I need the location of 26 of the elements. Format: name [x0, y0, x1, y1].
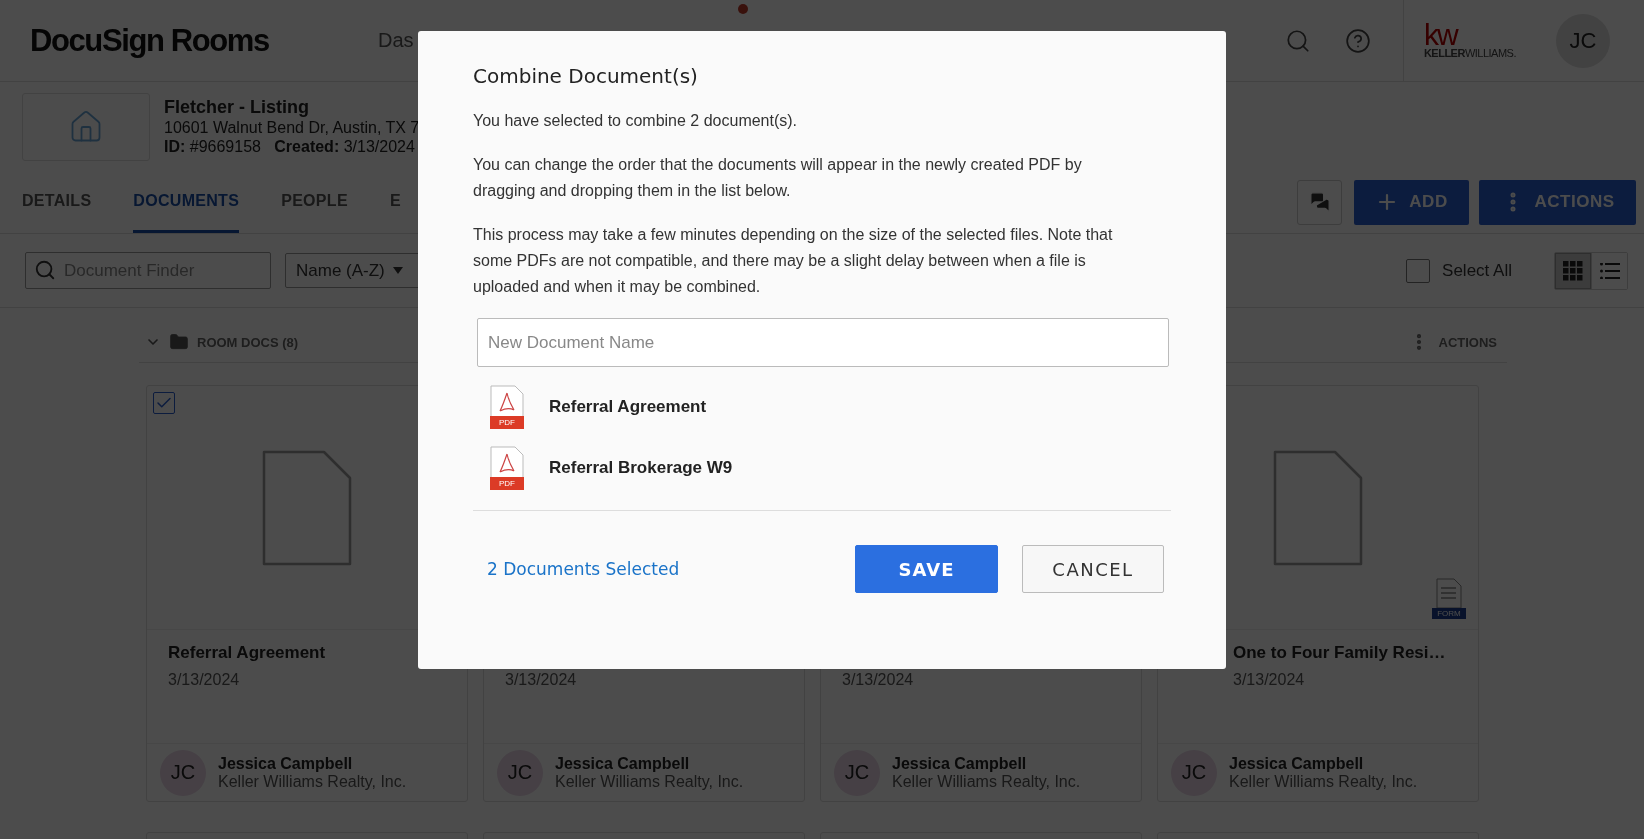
- owner-name: Jessica Campbell: [555, 754, 691, 773]
- select-all-label: Select All: [1442, 260, 1512, 281]
- owner-name: Jessica Campbell: [218, 754, 354, 773]
- selected-count-link[interactable]: 2 Documents Selected: [487, 559, 680, 579]
- brand-logo-mark: kw: [1423, 22, 1458, 47]
- docusign-rooms-logo[interactable]: DocuSign Rooms: [30, 22, 378, 59]
- document-name-field[interactable]: New Document Name: [477, 318, 1169, 367]
- pdf-label: PDF: [490, 416, 524, 429]
- dialog-text: You have selected to combine 2 document(s).: [473, 111, 799, 131]
- pdf-label: PDF: [490, 477, 524, 490]
- dialog-text: You can change the order that the documents will appear in the newly created PDF by dragging and dropping them in the list below.: [473, 155, 1083, 201]
- card-title: Referral Agreement: [168, 643, 327, 663]
- dialog-text: This process may take a few minutes depending on the size of the selected files. Note that some PDFs are not compatible, and there may be a slight delay between when a file is uploaded and when it may be combined.: [473, 225, 1114, 297]
- tab[interactable]: DOCUMENTS: [133, 171, 240, 233]
- document-name[interactable]: Referral Brokerage W9: [549, 458, 733, 478]
- room-title: Fletcher - Listing: [164, 97, 310, 118]
- save-button[interactable]: SAVE: [855, 545, 998, 593]
- room-meta: ID: #9669158 Created: 3/13/2024: [164, 138, 416, 156]
- brand-logo-name: KELLERWILLIAMS.: [1423, 46, 1516, 59]
- document-name[interactable]: Referral Agreement: [549, 397, 707, 417]
- cancel-button[interactable]: CANCEL: [1022, 545, 1164, 593]
- room-address: 10601 Walnut Bend Dr, Austin, TX 7: [164, 119, 420, 137]
- owner-name: Jessica Campbell: [1229, 754, 1365, 773]
- owner-name: Jessica Campbell: [892, 754, 1028, 773]
- card-title: One to Four Family Resi…: [1233, 643, 1447, 663]
- dialog-title: Combine Document(s): [473, 64, 699, 88]
